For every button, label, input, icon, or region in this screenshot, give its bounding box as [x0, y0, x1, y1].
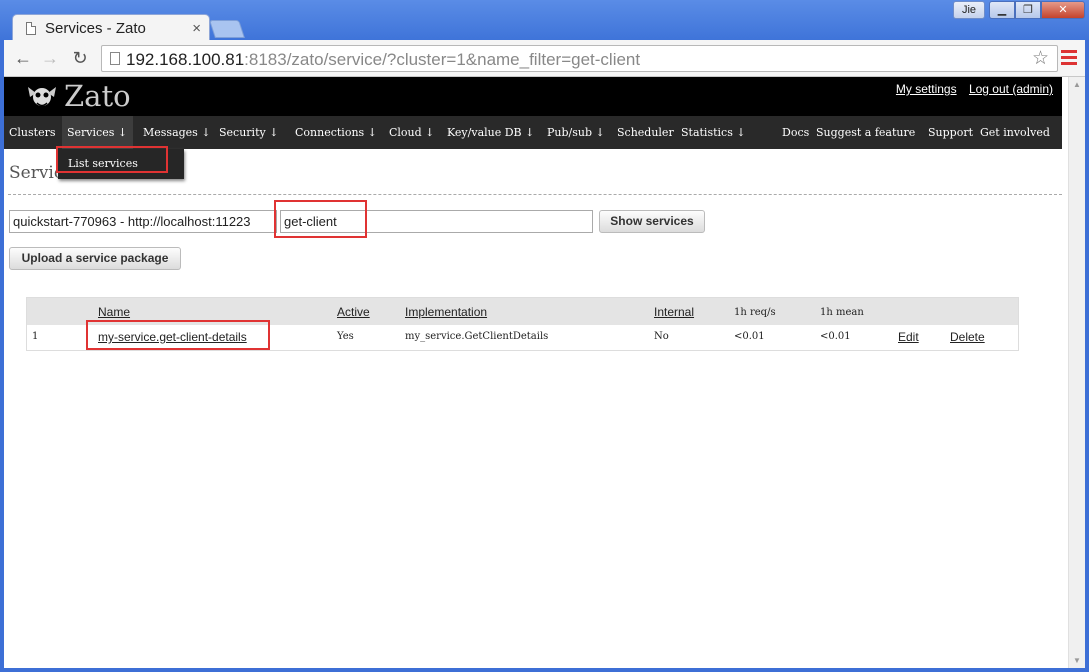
row-mean: <0.01 [820, 331, 851, 342]
url-text[interactable]: 192.168.100.81:8183/zato/service/?cluste… [126, 50, 640, 70]
url-path: :8183/zato/service/?cluster=1&name_filte… [244, 50, 641, 69]
row-index: 1 [32, 331, 39, 342]
reload-icon[interactable]: ↻ [70, 48, 90, 69]
minimize-button[interactable]: ▁ [989, 1, 1015, 19]
column-header-implementation[interactable]: Implementation [405, 305, 487, 319]
nav-scheduler[interactable]: Scheduler [617, 126, 674, 139]
nav-docs[interactable]: Docs [782, 126, 809, 139]
forward-arrow-icon[interactable]: → [40, 48, 60, 69]
bookmark-star-icon[interactable]: ☆ [1032, 47, 1049, 70]
nav-cloud[interactable]: Cloud ↓ [389, 126, 434, 139]
row-implementation: my_service.GetClientDetails [405, 331, 549, 342]
nav-clusters[interactable]: Clusters [9, 126, 56, 139]
nav-get-involved[interactable]: Get involved [980, 126, 1050, 139]
row-req-s: <0.01 [734, 331, 765, 342]
browser-toolbar: ← → ↻ 192.168.100.81:8183/zato/service/?… [4, 40, 1085, 77]
highlight-box [274, 200, 367, 238]
page-viewport: Zato My settings Log out (admin) Cluster… [4, 77, 1085, 668]
new-tab-button[interactable] [209, 20, 245, 38]
address-bar[interactable]: 192.168.100.81:8183/zato/service/?cluste… [101, 45, 1058, 72]
column-header-name[interactable]: Name [98, 305, 130, 319]
nav-support[interactable]: Support [928, 126, 973, 139]
window-close-button[interactable]: ✕ [1041, 1, 1085, 19]
close-icon[interactable]: × [192, 20, 201, 37]
cluster-select[interactable]: quickstart-770963 - http://localhost:112… [9, 210, 277, 233]
show-services-button[interactable]: Show services [599, 210, 705, 233]
zato-header: Zato My settings Log out (admin) [4, 77, 1062, 116]
nav-pubsub[interactable]: Pub/sub ↓ [547, 126, 605, 139]
maximize-button[interactable]: ❐ [1015, 1, 1041, 19]
nav-connections[interactable]: Connections ↓ [295, 126, 377, 139]
header-links: My settings Log out (admin) [887, 82, 1053, 96]
vertical-scrollbar[interactable]: ▲ ▼ [1068, 77, 1085, 668]
browser-tab[interactable]: Services - Zato × [12, 14, 210, 42]
column-header-internal[interactable]: Internal [654, 305, 694, 319]
edit-link[interactable]: Edit [898, 330, 919, 344]
url-host: 192.168.100.81 [126, 50, 245, 69]
column-header-mean: 1h mean [820, 307, 864, 318]
user-profile-button[interactable]: Jie [953, 1, 985, 19]
row-internal: No [654, 331, 669, 342]
scroll-down-icon[interactable]: ▼ [1073, 656, 1081, 665]
divider [8, 194, 1062, 195]
scroll-up-icon[interactable]: ▲ [1073, 80, 1081, 89]
page-icon [26, 22, 36, 35]
nav-statistics[interactable]: Statistics ↓ [681, 126, 746, 139]
logout-link[interactable]: Log out (admin) [969, 82, 1053, 96]
title-bar: Services - Zato × Jie ▁ ❐ ✕ [0, 0, 1089, 42]
nav-services[interactable]: Services ↓ [62, 116, 134, 149]
highlight-box [56, 146, 168, 173]
tab-title: Services - Zato [45, 20, 146, 37]
column-header-req-s: 1h req/s [734, 307, 776, 318]
nav-suggest-feature[interactable]: Suggest a feature [816, 126, 915, 139]
hamburger-menu-icon[interactable] [1061, 48, 1077, 68]
upload-service-package-button[interactable]: Upload a service package [9, 247, 181, 270]
nav-kv-db[interactable]: Key/value DB ↓ [447, 126, 534, 139]
back-arrow-icon[interactable]: ← [13, 48, 33, 69]
delete-link[interactable]: Delete [950, 330, 985, 344]
column-header-active[interactable]: Active [337, 305, 370, 319]
highlight-box [86, 320, 270, 350]
my-settings-link[interactable]: My settings [896, 82, 957, 96]
browser-window: Services - Zato × Jie ▁ ❐ ✕ ← → ↻ 192.16… [0, 0, 1089, 672]
zato-logo-text: Zato [64, 79, 131, 113]
nav-security[interactable]: Security ↓ [219, 126, 278, 139]
zato-logo-icon [28, 87, 56, 107]
nav-messages[interactable]: Messages ↓ [143, 126, 211, 139]
page-icon [110, 52, 120, 65]
main-nav: Clusters Services ↓ Messages ↓ Security … [4, 116, 1062, 149]
row-active: Yes [337, 331, 354, 342]
